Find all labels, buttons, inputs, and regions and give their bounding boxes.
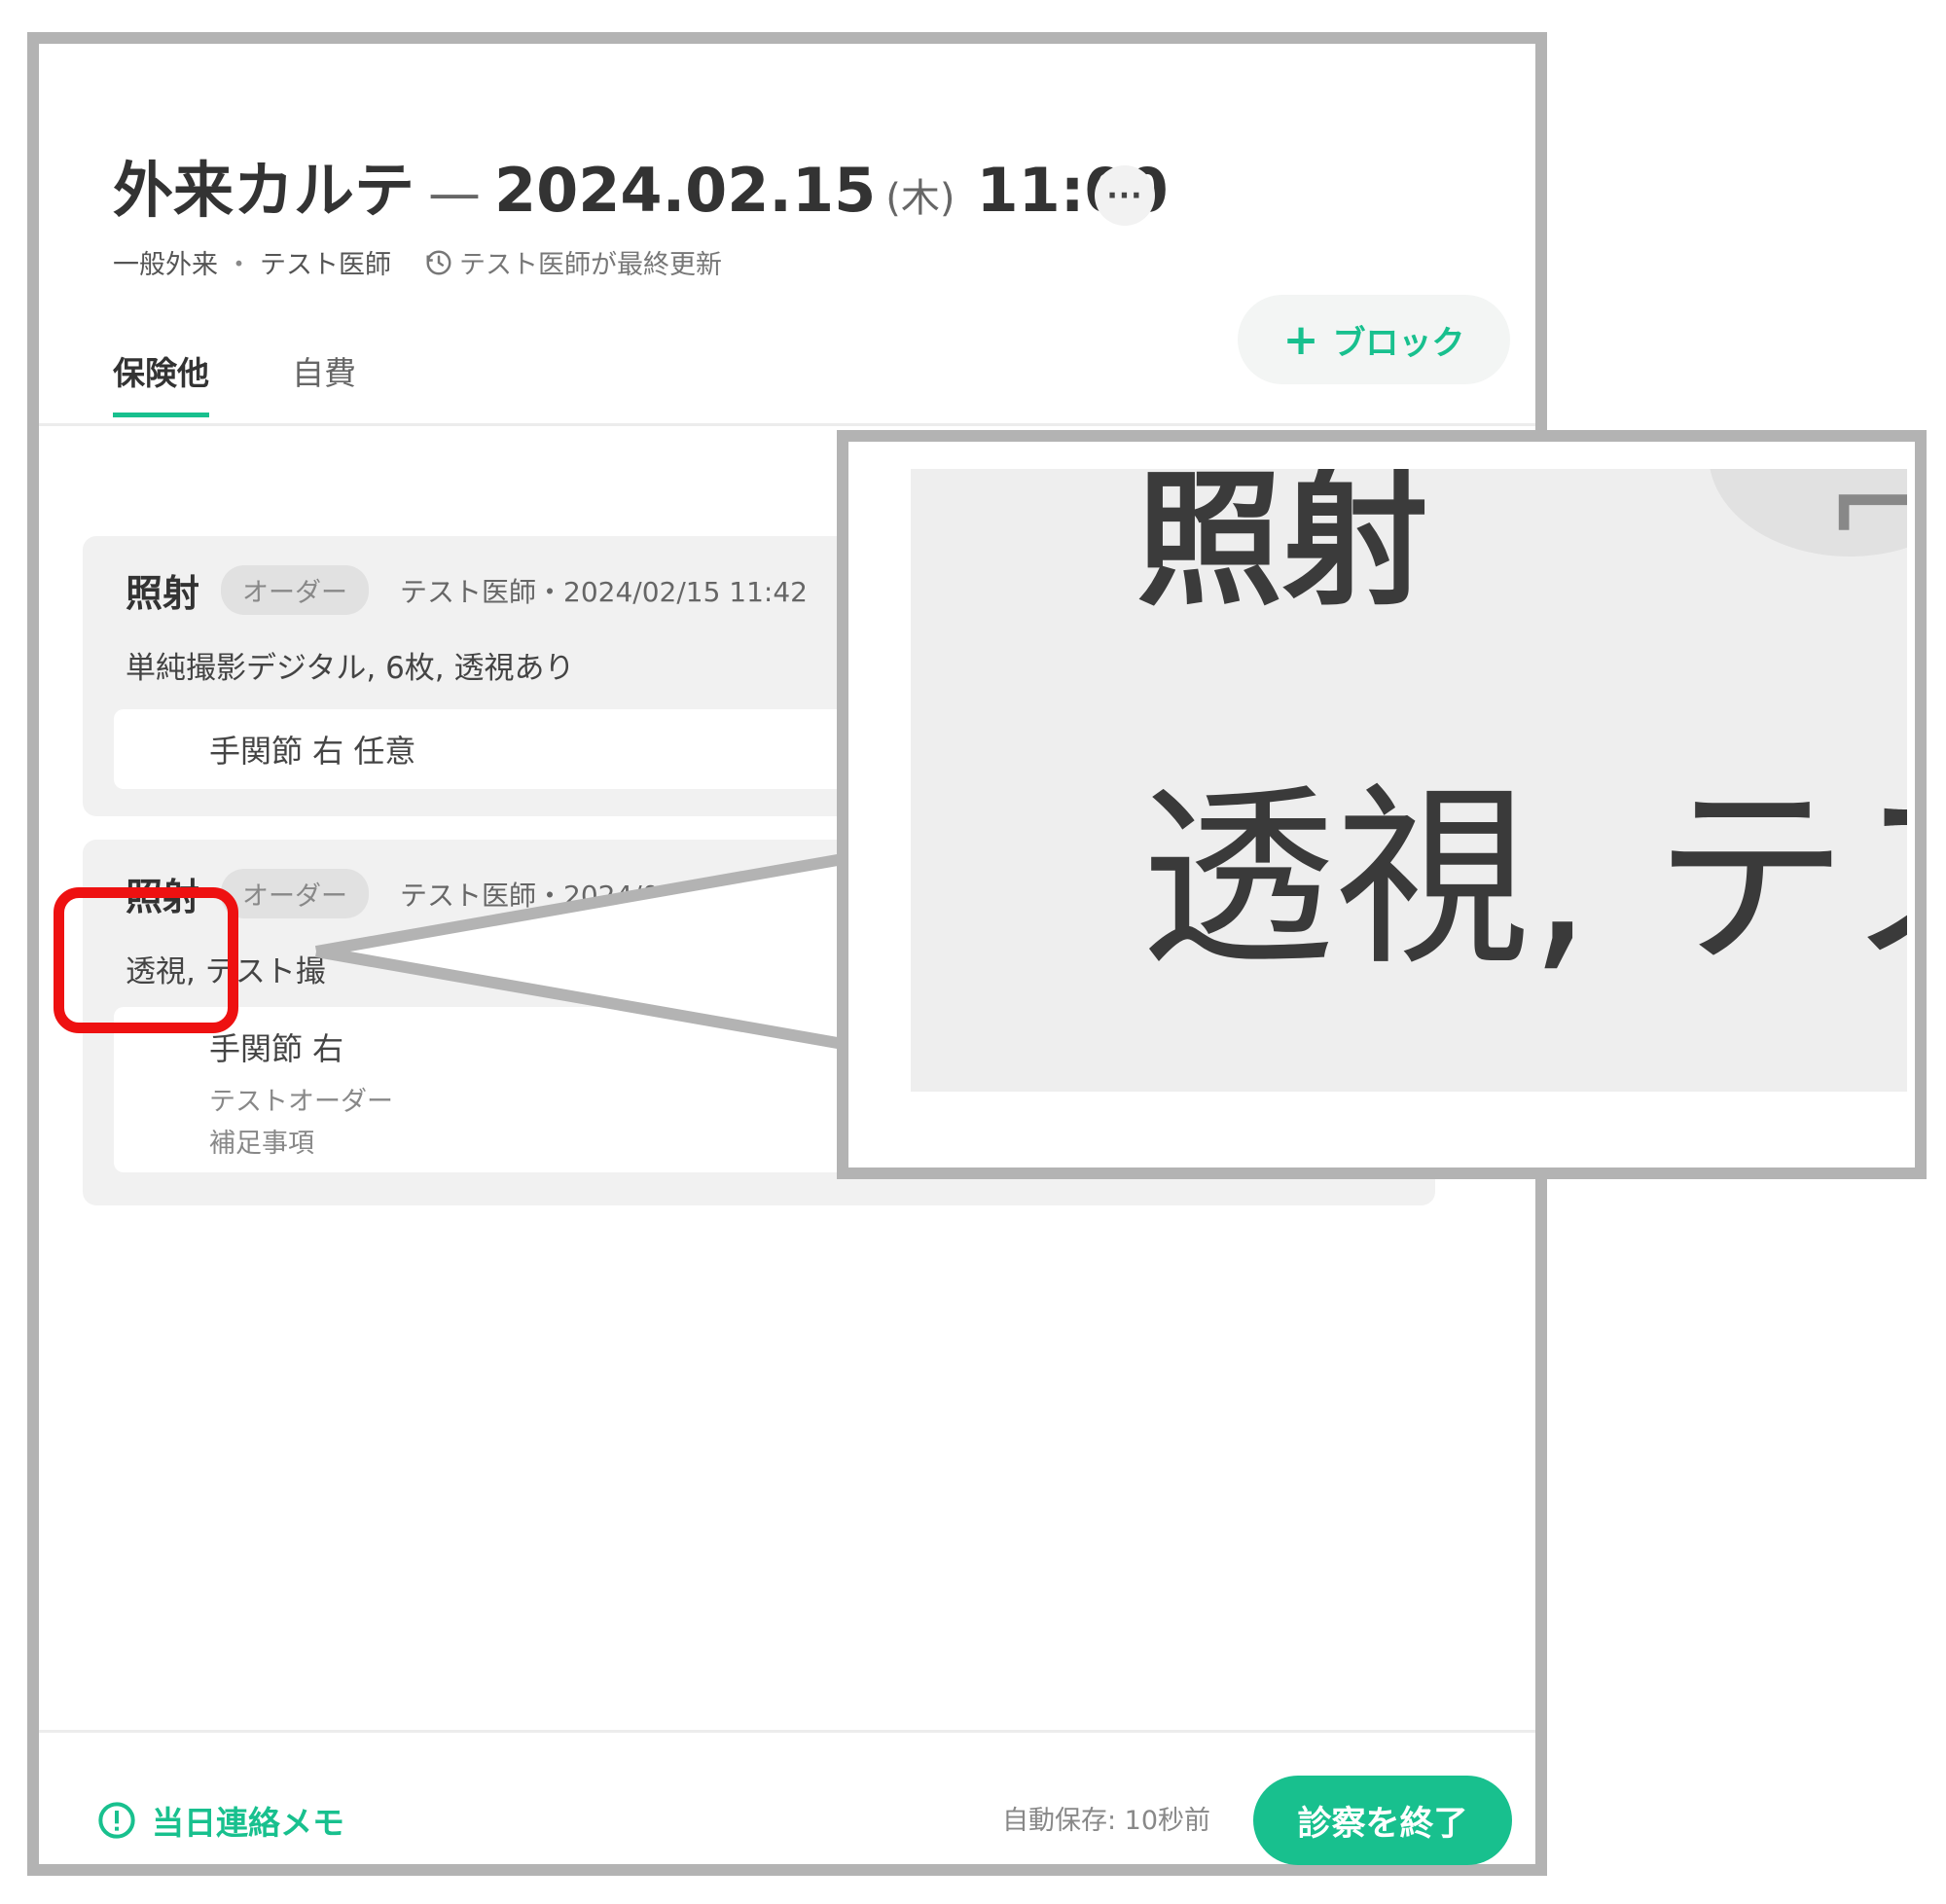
detail-line: 手関節 右 bbox=[209, 1030, 344, 1067]
highlight-box bbox=[54, 887, 238, 1033]
card-title: 照射 bbox=[126, 572, 200, 615]
tab-insurance[interactable]: 保険他 bbox=[113, 347, 209, 417]
title-date: 2024.02.15 bbox=[494, 155, 877, 226]
autosave-status: 自動保存: 10秒前 bbox=[1002, 1806, 1211, 1836]
order-badge: オーダー bbox=[221, 565, 370, 615]
tab-self-pay[interactable]: 自費 bbox=[292, 347, 356, 394]
subtitle: 一般外来 ・ テスト医師 テスト医師が最終更新 bbox=[113, 243, 722, 281]
department-label: 一般外来 bbox=[113, 250, 218, 280]
alert-circle-icon bbox=[98, 1802, 135, 1839]
memo-label: 当日連絡メモ bbox=[152, 1804, 344, 1842]
finish-exam-button[interactable]: 診察を終了 bbox=[1253, 1776, 1512, 1865]
title-dash: — bbox=[428, 162, 482, 224]
card-header: 照射 オーダー テスト医師・2024/02/15 11:42 bbox=[126, 563, 808, 617]
more-options-button[interactable]: ··· bbox=[1095, 165, 1155, 226]
order-badge: オーダー bbox=[221, 869, 370, 918]
daily-memo-button[interactable]: 当日連絡メモ bbox=[97, 1797, 344, 1844]
page-title: 外来カルテ — 2024.02.15 (木) 11:00 bbox=[113, 141, 1169, 229]
zoom-badge-glyph: ⌐ bbox=[1825, 469, 1907, 578]
zoom-text: 透視, テス bbox=[1140, 766, 1907, 992]
zoom-title: 照射 bbox=[1136, 469, 1429, 626]
add-block-button[interactable]: + ブロック bbox=[1238, 295, 1510, 384]
card-meta: テスト医師・2024/02/15 bbox=[400, 879, 721, 912]
plus-icon: + bbox=[1282, 314, 1319, 365]
zoom-callout: ⌐ 照射 透視, テス bbox=[837, 430, 1927, 1179]
detail-line: テストオーダー bbox=[209, 1087, 393, 1117]
history-link[interactable]: テスト医師が最終更新 bbox=[424, 243, 722, 281]
doctor-label: テスト医師 bbox=[260, 250, 391, 280]
title-text: 外来カルテ bbox=[113, 155, 415, 226]
detail-line: 手関節 右 任意 bbox=[209, 733, 416, 770]
card-meta: テスト医師・2024/02/15 11:42 bbox=[400, 575, 808, 608]
footer-bar: 当日連絡メモ 自動保存: 10秒前 診察を終了 bbox=[39, 1730, 1535, 1879]
last-updated-label: テスト医師が最終更新 bbox=[459, 250, 722, 280]
zoom-content: ⌐ 照射 透視, テス bbox=[911, 469, 1907, 1092]
separator: ・ bbox=[226, 250, 252, 280]
detail-line: 補足事項 bbox=[209, 1129, 314, 1159]
add-block-label: ブロック bbox=[1332, 323, 1465, 363]
card-description: 単純撮影デジタル, 6枚, 透視あり bbox=[126, 651, 575, 686]
history-icon bbox=[426, 250, 451, 274]
title-weekday: (木) bbox=[885, 176, 955, 221]
